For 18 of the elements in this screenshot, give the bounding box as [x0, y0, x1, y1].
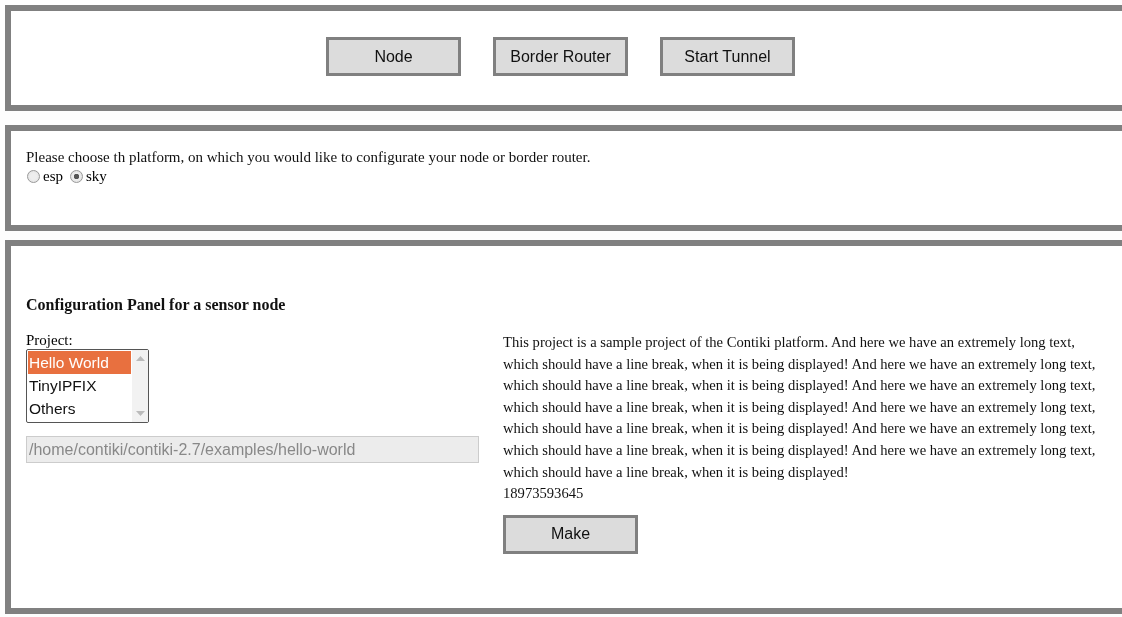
project-option[interactable]: Others	[28, 397, 131, 420]
platform-prompt: Please choose th platform, on which you would like to configurate your node or border router.	[26, 149, 592, 166]
project-description: This project is a sample project of the Contiki platform. And here we have an extremely long text, which should have a line break, when it is being displayed! And here we have an extremely long text, which should have a line break, when it is being displayed! And here we have an extremely long text, which should have a line break, when it is being displayed! And here we have an extremely long text, which should have a line break, when it is being displayed! And here we have an extremely long text, which should have a line break, when it is being displayed! And here we have an extremely long text, which should have a line break, when it is being displayed!	[503, 333, 1097, 482]
project-number: 18973593645	[503, 485, 584, 502]
make-button[interactable]: Make	[503, 514, 638, 554]
radio-button[interactable]	[70, 170, 83, 183]
radio-label: esp	[43, 168, 63, 185]
toolbar-button[interactable]: Start Tunnel	[660, 37, 795, 76]
project-option[interactable]: TinyIPFIX	[28, 374, 131, 397]
project-label: Project:	[26, 332, 74, 349]
scroll-up-icon[interactable]	[135, 356, 145, 361]
toolbar-button[interactable]: Border Router	[493, 37, 628, 76]
toolbar-button[interactable]: Node	[326, 37, 461, 76]
project-listbox[interactable]: Hello World TinyIPFIX Others	[26, 349, 149, 423]
radio-label: sky	[86, 168, 107, 185]
scroll-down-icon[interactable]	[135, 411, 145, 416]
panel-heading: Configuration Panel for a sensor node	[26, 296, 287, 314]
radio-button[interactable]	[27, 170, 40, 183]
